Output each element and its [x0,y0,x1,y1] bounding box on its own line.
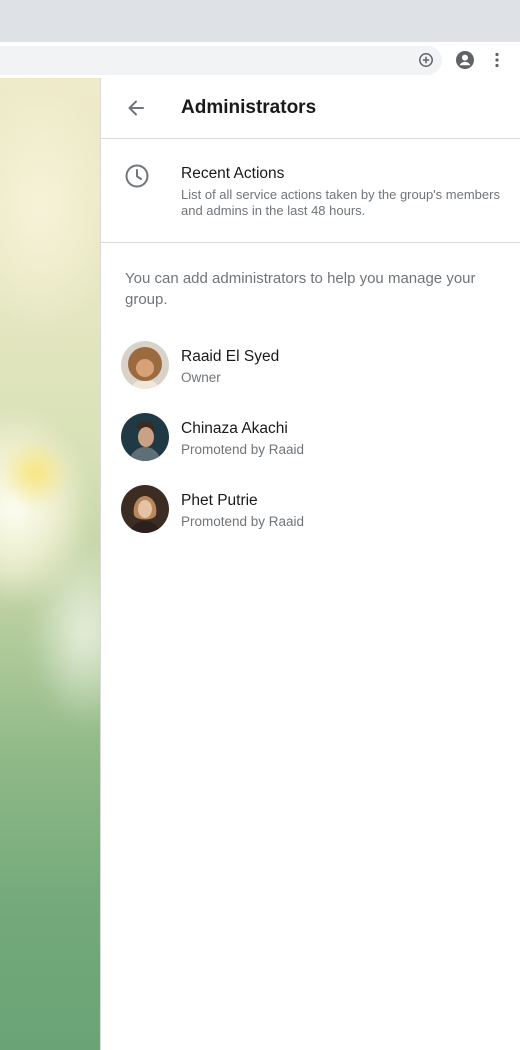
recent-actions-description: List of all service actions taken by the… [181,187,500,218]
browser-tab-strip [0,0,520,42]
back-arrow-icon[interactable] [121,93,151,123]
admin-role: Promotend by Raaid [181,514,305,529]
administrators-panel: Administrators Recent Actions List of al… [100,78,520,1050]
clock-icon [125,164,149,188]
recent-actions-item[interactable]: Recent Actions List of all service actio… [101,139,520,243]
admin-role: Owner [181,370,221,385]
recent-actions-title: Recent Actions [181,165,285,182]
admin-role: Promotend by Raaid [181,442,305,457]
zoom-icon[interactable] [414,42,438,78]
page-title: Administrators [181,97,317,118]
browser-toolbar [0,42,520,78]
admin-name: Phet Putrie [181,492,258,509]
profile-icon[interactable] [453,42,477,78]
avatar [121,341,169,389]
chat-wallpaper [0,78,100,1050]
more-menu-icon[interactable] [489,42,505,78]
address-bar[interactable] [0,46,442,75]
admin-name: Raaid El Syed [181,348,280,365]
info-text: You can add administrators to help you m… [125,270,476,308]
admin-list-item[interactable]: Chinaza Akachi Promotend by Raaid [101,405,520,469]
avatar [121,485,169,533]
admin-name: Chinaza Akachi [181,420,288,437]
panel-header: Administrators [101,78,520,139]
admin-list-item[interactable]: Raaid El Syed Owner [101,333,520,397]
avatar [121,413,169,461]
admin-list-item[interactable]: Phet Putrie Promotend by Raaid [101,477,520,541]
